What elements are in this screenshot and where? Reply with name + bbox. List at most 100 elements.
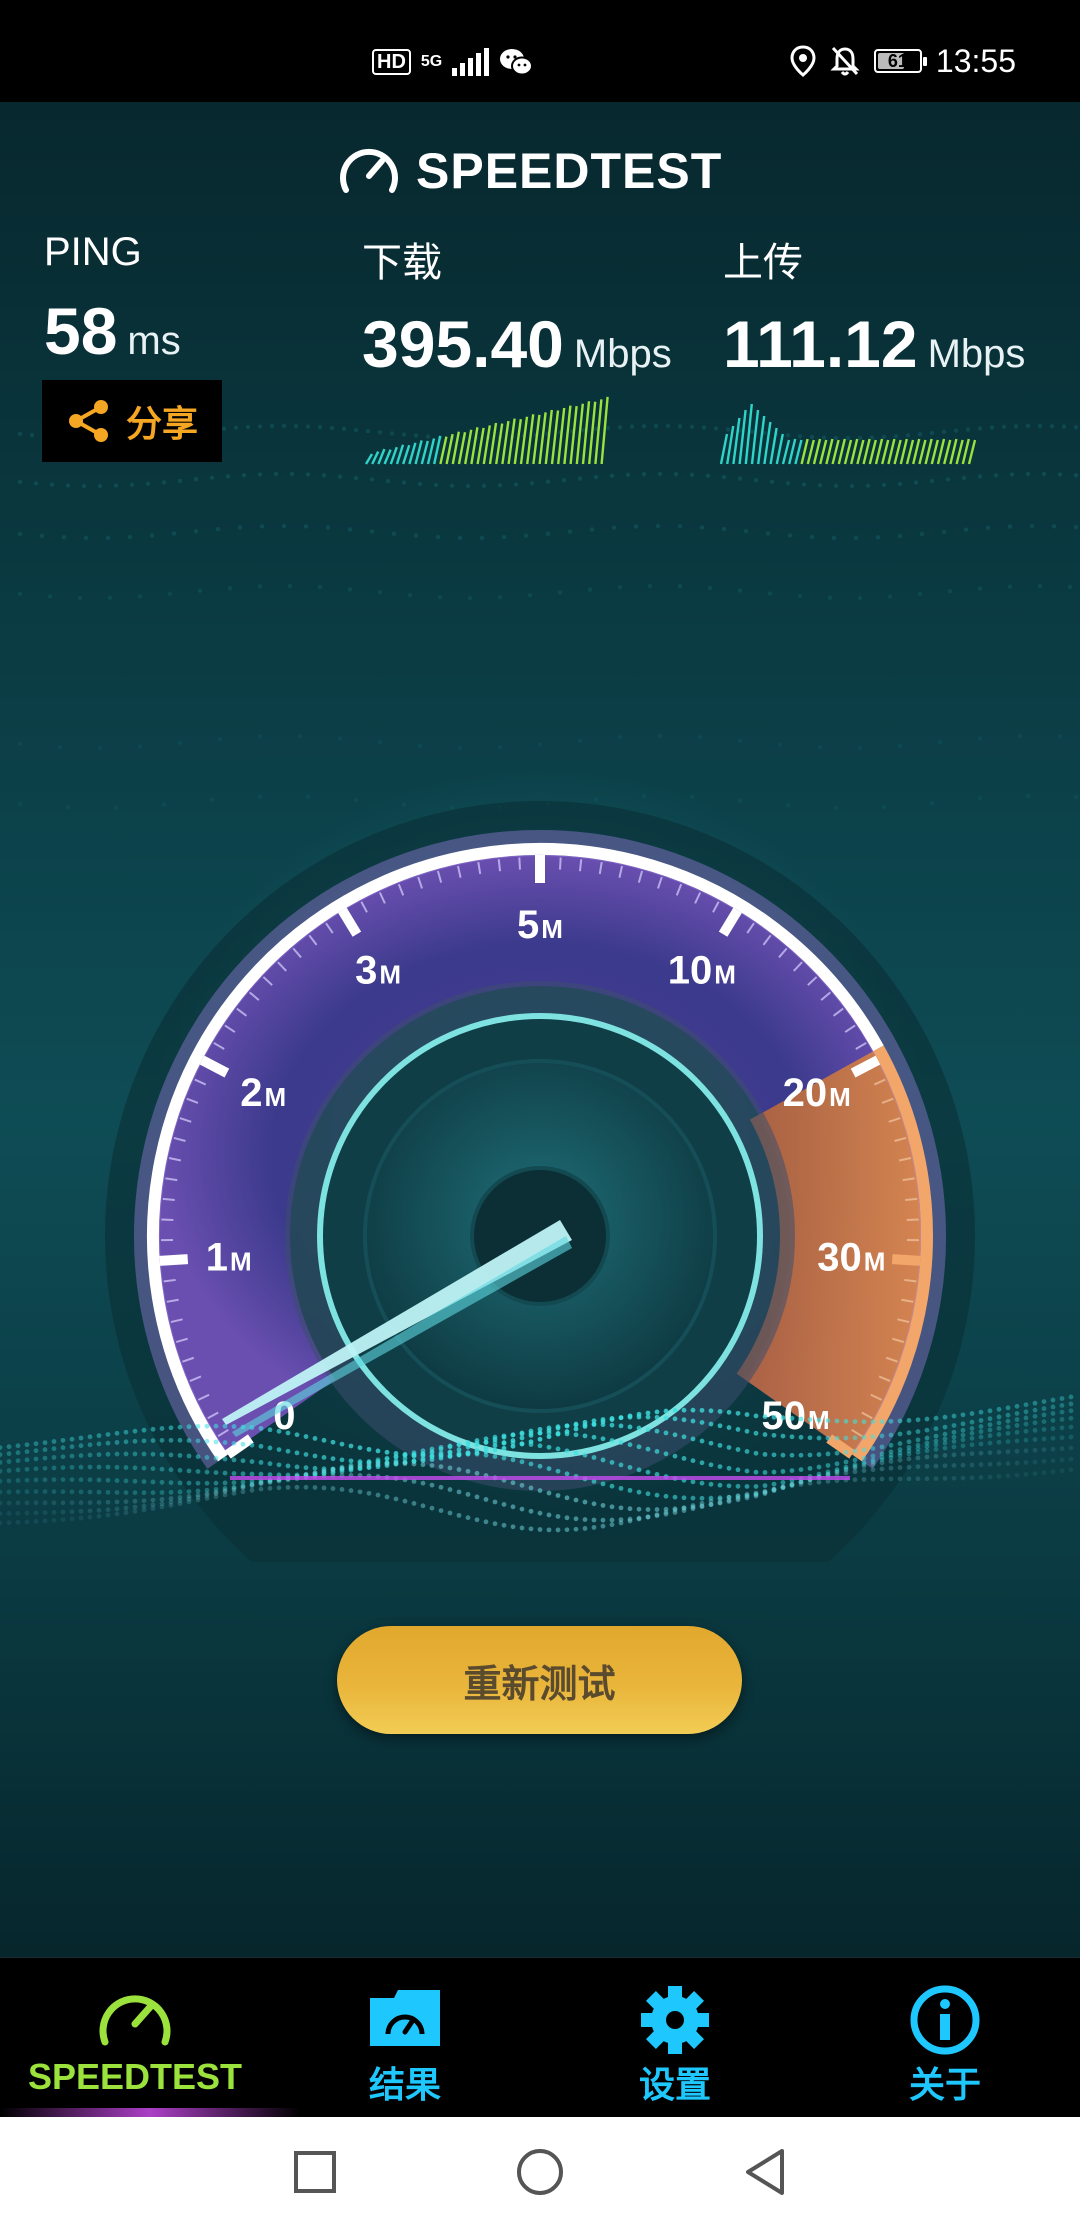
wave-dot xyxy=(987,1440,993,1446)
sparkline-bar xyxy=(949,438,958,465)
wave-dot xyxy=(105,1477,111,1483)
wave-dot xyxy=(609,1522,615,1528)
nav-settings[interactable]: 设置 xyxy=(540,1958,810,2118)
wave-dot xyxy=(996,1461,1002,1467)
wave-dot xyxy=(42,1455,48,1461)
wave-dot xyxy=(1014,1448,1020,1454)
sparkline-bar xyxy=(513,419,522,465)
wave-dot xyxy=(1041,1427,1047,1432)
bg-dot xyxy=(1025,423,1031,429)
gauge-label-unit: M xyxy=(265,1082,287,1112)
wave-dot xyxy=(942,1463,948,1469)
wave-dot xyxy=(582,1422,588,1428)
bg-dot xyxy=(321,473,327,478)
bg-dot xyxy=(29,432,35,438)
wave-dot xyxy=(879,1444,885,1450)
wave-dot xyxy=(1050,1418,1056,1423)
bg-dot xyxy=(985,525,991,531)
recents-button[interactable] xyxy=(280,2137,350,2207)
wave-dot xyxy=(294,1484,300,1490)
wave-dot xyxy=(51,1446,57,1452)
wave-dot xyxy=(753,1490,759,1496)
wave-dot xyxy=(609,1517,615,1523)
sparkline-bar xyxy=(420,440,429,465)
bg-dot xyxy=(77,595,83,601)
wave-dot xyxy=(267,1480,273,1485)
gauge-label-unit: M xyxy=(230,1246,252,1276)
wave-dot xyxy=(690,1479,696,1485)
wave-dot xyxy=(78,1453,84,1458)
wave-dot xyxy=(276,1428,282,1434)
nav-about[interactable]: 关于 xyxy=(810,1958,1080,2118)
sparkline-bar xyxy=(532,414,541,465)
wave-dot xyxy=(105,1507,111,1513)
bg-dot xyxy=(281,423,287,429)
wave-dot xyxy=(852,1469,858,1475)
wave-dot xyxy=(240,1489,246,1495)
wave-dot xyxy=(186,1438,192,1443)
wave-dot xyxy=(789,1483,795,1489)
wave-dot xyxy=(438,1508,444,1514)
wave-dot xyxy=(1041,1458,1047,1464)
wave-dot xyxy=(51,1439,57,1444)
back-button[interactable] xyxy=(730,2137,800,2207)
wave-dot xyxy=(501,1440,507,1445)
wave-dot xyxy=(897,1465,903,1471)
wave-dot xyxy=(132,1490,138,1496)
wave-dot xyxy=(852,1419,858,1424)
bg-dot xyxy=(849,483,855,489)
wave-dot xyxy=(105,1432,111,1437)
wave-dot xyxy=(0,1445,3,1450)
home-button[interactable] xyxy=(505,2137,575,2207)
wave-dot xyxy=(672,1494,678,1500)
nav-speedtest[interactable]: SPEEDTEST xyxy=(0,1958,300,2118)
wave-dot xyxy=(708,1421,714,1427)
wave-dot xyxy=(708,1462,714,1468)
wave-dot xyxy=(906,1451,912,1457)
wave-dot xyxy=(141,1438,147,1444)
wave-dot xyxy=(717,1442,723,1448)
wave-dot xyxy=(159,1504,165,1510)
sparkline-bar xyxy=(557,407,566,465)
wave-dot xyxy=(213,1423,219,1429)
bg-dot xyxy=(765,531,771,536)
bg-dot xyxy=(105,535,111,541)
nav-results[interactable]: 结果 xyxy=(270,1958,540,2118)
wave-dot xyxy=(402,1453,408,1458)
wave-dot xyxy=(168,1467,174,1473)
retest-button[interactable]: 重新测试 xyxy=(337,1626,742,1734)
wave-dot xyxy=(1005,1418,1011,1424)
wave-dot xyxy=(951,1444,957,1450)
wave-dot xyxy=(915,1429,921,1434)
wave-dot xyxy=(654,1507,660,1512)
gauge-minor-tick xyxy=(559,857,562,870)
wave-dot xyxy=(312,1485,318,1490)
wave-dot xyxy=(411,1501,417,1506)
wave-dot xyxy=(780,1480,786,1485)
wave-dot xyxy=(168,1502,174,1508)
wave-dot xyxy=(159,1437,165,1443)
wave-dot xyxy=(447,1450,453,1456)
wave-dot xyxy=(1068,1408,1074,1414)
wave-dot xyxy=(231,1480,237,1485)
wave-dot xyxy=(150,1506,156,1511)
wave-dot xyxy=(510,1440,516,1446)
bg-dot xyxy=(1007,584,1013,589)
wave-dot xyxy=(1068,1415,1074,1421)
wave-dot xyxy=(645,1427,651,1432)
wave-dot xyxy=(1050,1426,1056,1432)
wave-dot xyxy=(573,1422,579,1428)
wave-dot xyxy=(573,1432,579,1438)
wave-dot xyxy=(555,1468,561,1474)
wave-dot xyxy=(636,1444,642,1450)
wave-dot xyxy=(978,1450,984,1456)
wave-dot xyxy=(897,1453,903,1459)
wave-dot xyxy=(1059,1468,1065,1474)
sparkline-bar xyxy=(788,438,797,465)
wave-dot xyxy=(906,1430,912,1436)
download-sparkline xyxy=(365,396,609,465)
wave-dot xyxy=(330,1439,336,1445)
share-button[interactable]: 分享 xyxy=(42,380,222,462)
wave-dot xyxy=(474,1517,480,1523)
bg-dot xyxy=(801,482,807,487)
